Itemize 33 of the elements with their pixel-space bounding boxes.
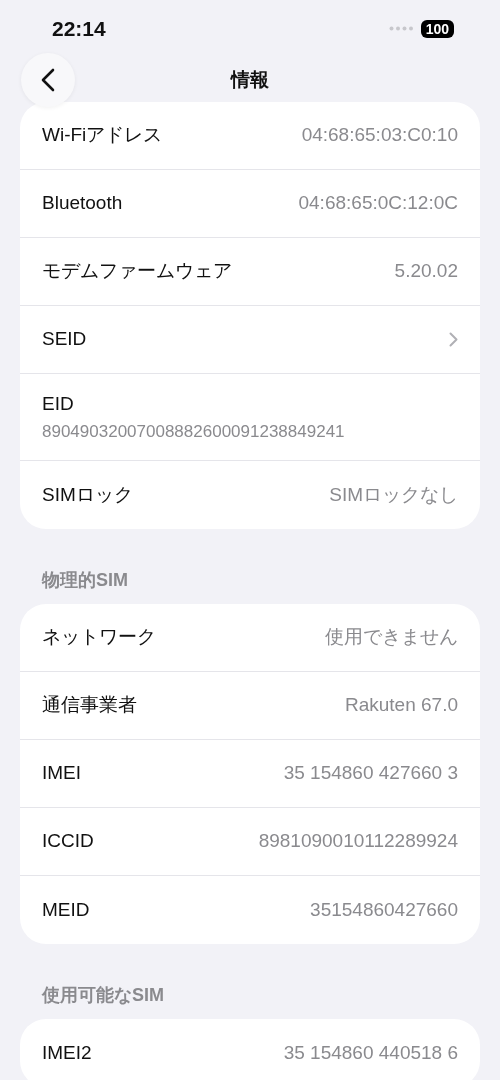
row-label: IMEI (42, 761, 82, 786)
row-label: ネットワーク (42, 625, 156, 650)
row-label: Wi-Fiアドレス (42, 123, 163, 148)
settings-row[interactable]: SEID (20, 306, 480, 374)
row-value: 35154860427660 (310, 897, 458, 922)
row-value: SIMロックなし (329, 482, 458, 507)
row-value: 35 154860 440518 6 (283, 1040, 458, 1065)
row-value: 使用できません (325, 625, 458, 650)
row-value: 5.20.02 (394, 259, 458, 284)
row-label: SEID (42, 327, 87, 352)
row-label: Bluetooth (42, 191, 123, 216)
row-label: 通信事業者 (42, 693, 137, 718)
row-label: EID (42, 392, 75, 416)
row-value: Rakuten 67.0 (344, 693, 458, 718)
row-value: 04:68:65:0C:12:0C (298, 191, 458, 216)
row-value: 89049032007008882600091238849241 (42, 420, 346, 443)
row-label: ICCID (42, 829, 94, 854)
section-header: 使用可能なSIM (40, 984, 165, 1007)
row-label: SIMロック (42, 482, 133, 507)
section-header: 物理的SIM (40, 569, 129, 592)
battery-level: 100 (420, 19, 454, 39)
row-value: 35 154860 427660 3 (283, 761, 458, 786)
row-label: モデムファームウェア (42, 259, 232, 284)
chevron-icon (449, 332, 458, 347)
back-icon (41, 68, 55, 92)
back-button[interactable] (21, 53, 75, 107)
row-value: 8981090010112289924 (258, 829, 458, 854)
status-time: 22:14 (52, 16, 106, 43)
row-label: MEID (42, 897, 90, 922)
row-label: IMEI2 (42, 1040, 92, 1065)
page-title: 情報 (231, 67, 269, 92)
signal-icon (388, 26, 413, 32)
row-value: 04:68:65:03:C0:10 (301, 123, 458, 148)
